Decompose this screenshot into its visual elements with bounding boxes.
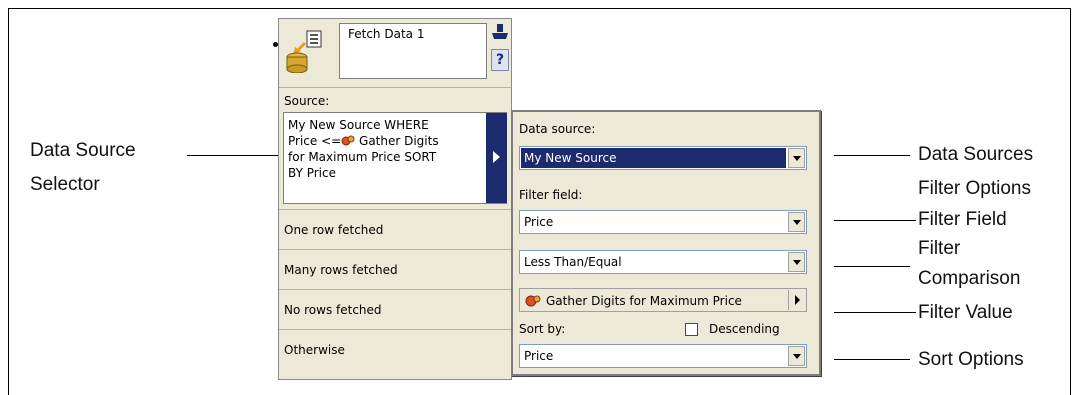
filter-field-label: Filter field: <box>519 188 583 202</box>
source-line-4: BY Price <box>288 166 336 180</box>
callout-data-sources: Data Sources <box>918 144 1034 165</box>
calculation-icon <box>525 294 541 313</box>
chevron-down-icon[interactable] <box>788 346 805 366</box>
callout-line-filter-field <box>834 220 916 221</box>
callout-filter-options: Filter Options <box>918 178 1031 199</box>
filter-comparison-value: Less Than/Equal <box>524 255 622 269</box>
callout-sort-options: Sort Options <box>918 349 1024 370</box>
data-source-panel: Data source: My New Source Filter field:… <box>511 110 821 376</box>
arrow-right-icon <box>493 151 500 163</box>
chevron-down-icon[interactable] <box>788 148 805 168</box>
callout-line-filter-comparison <box>834 266 910 267</box>
filter-value-text: Gather Digits for Maximum Price <box>546 294 742 308</box>
source-line-3: for Maximum Price SORT <box>288 150 437 164</box>
row-otherwise[interactable]: Otherwise <box>279 329 511 369</box>
callout-data-source-selector-2: Selector <box>30 174 100 195</box>
chevron-down-icon[interactable] <box>788 252 805 272</box>
filter-field-value: Price <box>524 215 554 229</box>
data-source-dropdown[interactable]: My New Source <box>519 146 807 170</box>
row-none-fetched[interactable]: No rows fetched <box>279 289 511 329</box>
source-section: Source: My New Source WHERE Price <= Gat… <box>279 87 511 207</box>
data-source-selector-button[interactable] <box>486 113 507 203</box>
data-source-label: Data source: <box>519 122 596 136</box>
calculation-icon <box>341 135 355 147</box>
fetch-data-node[interactable]: Fetch Data 1 ? Source: My New Source WHE… <box>278 18 512 380</box>
help-button[interactable]: ? <box>491 49 509 71</box>
source-label: Source: <box>284 94 330 108</box>
arrow-right-icon[interactable] <box>788 290 805 310</box>
sort-by-value: Price <box>524 349 554 363</box>
source-line-2a: Price <= <box>288 134 342 148</box>
source-line-1: My New Source WHERE <box>288 118 429 132</box>
callout-line-sort-options <box>834 359 910 360</box>
sort-by-label: Sort by: <box>519 322 566 336</box>
callout-filter-value: Filter Value <box>918 302 1013 323</box>
callout-filter-comparison-2: Comparison <box>918 268 1021 289</box>
source-line-2b: Gather Digits <box>355 134 439 148</box>
descending-label: Descending <box>709 322 780 336</box>
row-many-fetched[interactable]: Many rows fetched <box>279 249 511 289</box>
data-source-value: My New Source <box>521 148 786 168</box>
source-line-2: Price <= Gather Digits <box>288 133 484 149</box>
source-expression-box[interactable]: My New Source WHERE Price <= Gather Digi… <box>283 112 507 204</box>
callout-line-data-sources <box>834 155 910 156</box>
filter-value-field[interactable]: Gather Digits for Maximum Price <box>519 288 807 312</box>
filter-comparison-dropdown[interactable]: Less Than/Equal <box>519 250 807 274</box>
callout-data-source-selector-1: Data Source <box>30 140 136 161</box>
row-one-fetched[interactable]: One row fetched <box>279 209 511 249</box>
node-title-field[interactable]: Fetch Data 1 <box>339 23 487 79</box>
source-expression: My New Source WHERE Price <= Gather Digi… <box>288 117 484 181</box>
filter-field-dropdown[interactable]: Price <box>519 210 807 234</box>
callout-filter-comparison-1: Filter <box>918 238 961 259</box>
chevron-down-icon[interactable] <box>788 212 805 232</box>
callout-filter-field: Filter Field <box>918 209 1007 230</box>
database-fetch-icon <box>283 29 331 74</box>
stack-icon[interactable] <box>491 23 509 41</box>
sort-by-dropdown[interactable]: Price <box>519 344 807 368</box>
descending-checkbox[interactable] <box>685 323 698 336</box>
node-header: Fetch Data 1 ? <box>279 19 511 87</box>
callout-line-filter-value <box>834 312 916 313</box>
